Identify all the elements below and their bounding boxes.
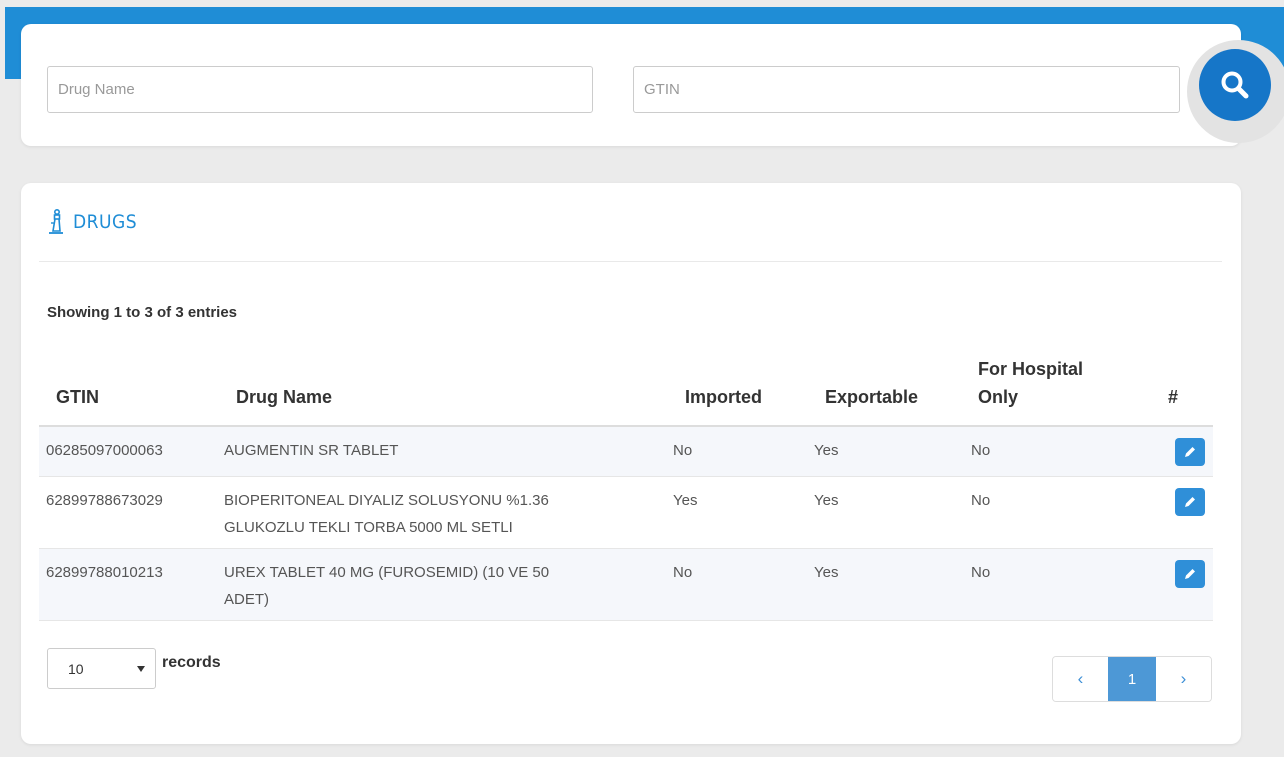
drug-name-line: UREX TABLET 40 MG (FUROSEMID) (10 VE 50	[224, 563, 550, 581]
cell-drug-name: AUGMENTIN SR TABLET	[220, 426, 669, 477]
next-page-button[interactable]: ›	[1156, 657, 1211, 701]
cell-drug-name: UREX TABLET 40 MG (FUROSEMID) (10 VE 50 A…	[220, 548, 669, 621]
column-header-exportable[interactable]: Exportable	[809, 355, 966, 427]
cell-exportable: Yes	[809, 426, 966, 477]
pencil-icon	[1185, 447, 1195, 457]
header-divider	[39, 261, 1222, 262]
drugs-panel: DRUGS Showing 1 to 3 of 3 entries GTIN D…	[21, 183, 1241, 744]
cell-exportable: Yes	[809, 476, 966, 549]
card-title: DRUGS	[73, 211, 138, 233]
pencil-icon	[1185, 568, 1195, 579]
cell-action	[1133, 476, 1213, 549]
cell-exportable: Yes	[809, 548, 966, 621]
caret-down-icon	[137, 665, 145, 672]
drug-name-line: AUGMENTIN SR TABLET	[224, 442, 399, 459]
cell-imported: Yes	[669, 476, 809, 549]
hospital-header-line1: For Hospital	[978, 359, 1084, 379]
column-header-gtin[interactable]: GTIN	[39, 355, 220, 427]
drugs-table: GTIN Drug Name Imported Exportable For H…	[39, 355, 1213, 621]
hospital-header-line2: Only	[978, 387, 1019, 407]
entries-info: Showing 1 to 3 of 3 entries	[47, 304, 238, 321]
edit-button[interactable]	[1175, 559, 1205, 588]
search-panel	[21, 24, 1241, 146]
cell-gtin: 06285097000063	[39, 426, 220, 477]
card-header: DRUGS	[47, 207, 137, 237]
cell-drug-name: BIOPERITONEAL DIYALIZ SOLUSYONU %1.36 GLU…	[220, 476, 669, 549]
drug-dropper-icon	[49, 209, 63, 234]
column-header-action: #	[1133, 355, 1213, 427]
column-header-hospital-only[interactable]: For Hospital Only	[966, 355, 1133, 427]
cell-gtin: 62899788673029	[39, 476, 220, 549]
cell-hospital-only: No	[966, 548, 1133, 621]
table-row: 62899788673029 BIOPERITONEAL DIYALIZ SOL…	[39, 476, 1213, 549]
magnifier-icon	[1221, 71, 1249, 99]
edit-button[interactable]	[1175, 487, 1205, 516]
pagination: ‹ 1 ›	[1052, 656, 1212, 702]
cell-imported: No	[669, 548, 809, 621]
page-size-value: 10	[68, 660, 84, 677]
cell-gtin: 62899788010213	[39, 548, 220, 621]
edit-button[interactable]	[1175, 438, 1205, 466]
drug-name-line: GLUKOZLU TEKLI TORBA 5000 ML SETLI	[224, 518, 513, 536]
gtin-input[interactable]	[633, 66, 1180, 113]
pencil-icon	[1185, 496, 1195, 507]
records-label: records	[162, 653, 221, 671]
table-row: 62899788010213 UREX TABLET 40 MG (FUROSE…	[39, 548, 1213, 621]
page-size-select[interactable]: 10	[47, 648, 156, 689]
drug-name-input[interactable]	[47, 66, 593, 113]
table-row: 06285097000063 AUGMENTIN SR TABLET No Ye…	[39, 426, 1213, 477]
cell-imported: No	[669, 426, 809, 477]
column-header-drug-name[interactable]: Drug Name	[220, 355, 669, 427]
cell-hospital-only: No	[966, 476, 1133, 549]
cell-hospital-only: No	[966, 426, 1133, 477]
drug-name-line: BIOPERITONEAL DIYALIZ SOLUSYONU %1.36	[224, 491, 549, 509]
search-button[interactable]	[1199, 49, 1271, 121]
page-1-button[interactable]: 1	[1108, 657, 1156, 701]
cell-action	[1133, 548, 1213, 621]
column-header-imported[interactable]: Imported	[669, 355, 809, 427]
page-size-control: 10 records	[47, 648, 221, 689]
prev-page-button[interactable]: ‹	[1053, 657, 1108, 701]
cell-action	[1133, 426, 1213, 477]
drug-name-line: ADET)	[224, 590, 269, 608]
table-header-row: GTIN Drug Name Imported Exportable For H…	[39, 355, 1213, 427]
